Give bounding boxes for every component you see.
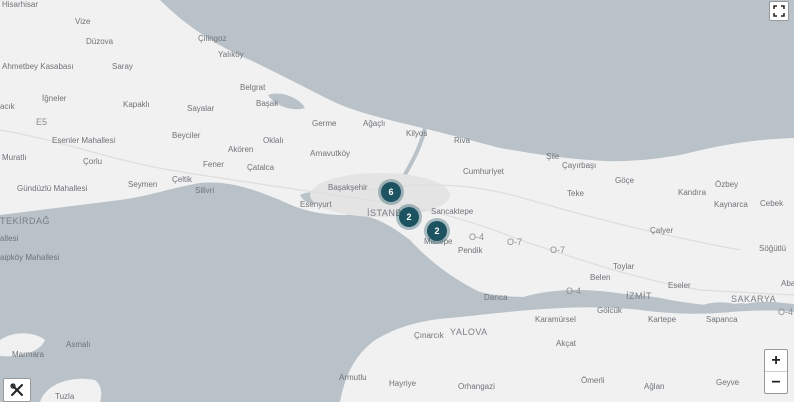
place-label: Akören [228,145,254,154]
road-label: O-4 [566,286,582,296]
place-label: Cumhuriyet [463,167,504,176]
zoom-in-button[interactable]: + [765,350,787,371]
place-label: Teke [567,189,584,198]
place-label: Sapanca [706,315,738,324]
place-label: Ağlan [644,382,665,391]
place-label: Esenler Mahallesi [52,136,116,145]
fullscreen-button[interactable] [769,1,789,21]
place-label: Karamürsel [535,315,576,324]
place-label: Özbey [715,180,739,189]
place-label: Yalıköy [218,50,244,59]
place-label: Armutlu [339,373,367,382]
place-label: Saray [112,62,133,71]
place-label: Söğütlü [759,244,787,253]
place-label: Çilingoz [198,34,227,43]
city-label: SAKARYA [731,294,777,304]
place-label: Pendik [458,246,483,255]
place-label: Gündüzlü Mahallesi [17,184,88,193]
place-label: aipköy Mahallesi [0,253,60,262]
place-label: Düzova [86,37,114,46]
road-label: E5 [36,117,48,127]
place-label: Gölcük [597,306,622,315]
place-label: Aba [781,279,794,288]
road-label: O-7 [550,245,566,255]
place-label: Cebek [760,199,784,208]
place-label: Sayalar [187,104,215,113]
road-label: O-4 [778,307,794,317]
marker-cluster[interactable]: 2 [427,221,447,241]
place-label: Çayırbaşı [562,161,597,170]
place-label: Orhangazi [458,382,495,391]
place-label: Muratlı [2,153,27,162]
place-label: Kartepe [648,315,677,324]
place-label: Geyve [716,378,740,387]
road-label: O-7 [507,237,523,247]
tools-icon [10,383,23,396]
place-label: Kaynarca [714,200,748,209]
place-label: Şile [546,152,560,161]
place-label: Seymen [128,180,158,189]
place-label: Darıca [484,293,508,302]
city-label: İZMİT [626,291,652,301]
place-label: Toylar [613,262,635,271]
place-label: Germe [312,119,337,128]
place-label: Belen [590,273,611,282]
place-label: Beyciler [172,131,201,140]
place-label: Çatalca [247,163,275,172]
tools-button[interactable] [3,378,31,402]
place-label: Tuzla [55,392,75,401]
marker-cluster[interactable]: 6 [381,182,401,202]
place-label: İğneler [42,94,67,103]
place-label: Kilyos [406,129,428,138]
place-label: Asmalı [66,340,91,349]
place-label: Ömerli [581,376,605,385]
place-label: Kandıra [678,188,707,197]
place-label: Fener [203,160,224,169]
place-label: Belgrat [240,83,266,92]
place-label: Esenyurt [300,200,332,209]
place-label: Hisarhisar [2,0,39,9]
place-label: Oklalı [263,136,284,145]
place-label: Çorlu [83,157,103,166]
place-label: Akçat [556,339,577,348]
zoom-out-button[interactable]: − [765,371,787,393]
place-label: Ağaçlı [363,119,386,128]
zoom-control: + − [764,349,788,394]
place-label: Silivri [195,186,215,195]
place-label: Göçe [615,176,635,185]
place-label: Çalyer [650,226,674,235]
place-label: Vize [75,17,91,26]
place-label: Eseler [668,281,691,290]
fullscreen-icon [773,5,785,17]
city-label: TEKİRDAĞ [0,216,51,226]
place-label: Kapaklı [123,100,150,109]
road-label: O-4 [469,232,485,242]
city-label: YALOVA [450,327,488,337]
marker-cluster[interactable]: 2 [399,207,419,227]
map-base-layer [0,0,794,402]
place-label: Çınarcık [414,331,444,340]
place-label: Başakşehir [328,183,368,192]
place-label: Arnavutköy [310,149,351,158]
place-label: Hayriye [389,379,417,388]
map-canvas[interactable]: Hisarhisar Vize Düzova Çilingoz Yalıköy … [0,0,794,402]
place-label: Çeltik [172,175,193,184]
place-label: acık [0,102,15,111]
place-label: Başak [256,99,279,108]
place-label: Riva [454,136,471,145]
place-label: Ahmetbey Kasabası [2,62,74,71]
place-label: Marmara [12,350,45,359]
place-label: allesi [0,234,19,243]
place-label: Sancaktepe [431,207,474,216]
